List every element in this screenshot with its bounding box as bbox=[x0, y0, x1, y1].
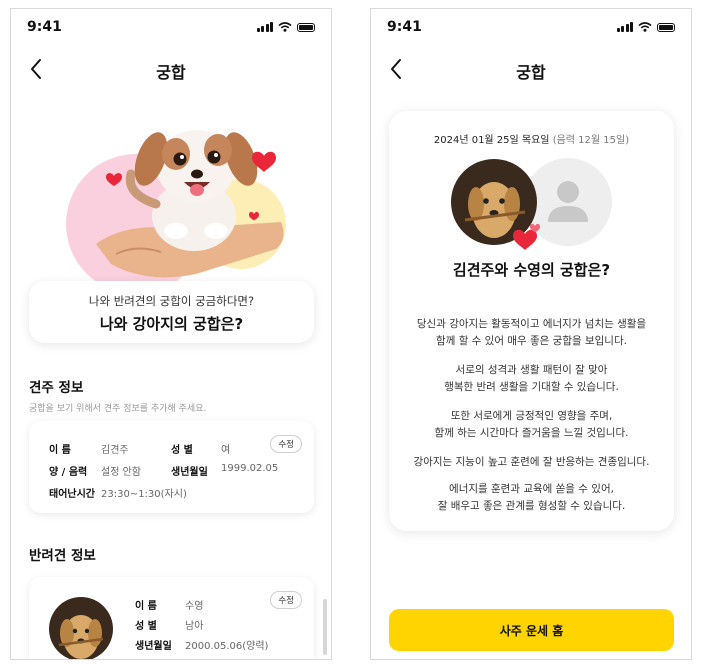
owner-birthdate-value: 1999.02.05 bbox=[221, 463, 279, 474]
result-paragraph: 또한 서로에게 긍정적인 영향을 주며, 함께 하는 시간마다 즐거움을 느낄 … bbox=[389, 408, 674, 442]
result-paragraph: 에너지를 훈련과 교육에 쏟을 수 있어, 잘 배우고 좋은 관계를 형성할 수… bbox=[389, 481, 674, 515]
owner-birthtime-label: 태어난시간 bbox=[49, 489, 95, 500]
paragraph-line: 함께 할 수 있어 매우 좋은 궁합을 보입니다. bbox=[436, 335, 627, 347]
page-title: 궁합 bbox=[516, 63, 546, 82]
pet-info-card: 이 름 수영 수정 성 별 남아 생년월일 2000.05.06(양력) bbox=[29, 577, 314, 659]
status-time: 9:41 bbox=[27, 19, 62, 35]
intro-card: 나와 반려견의 궁합이 궁금하다면? 나와 강아지의 궁합은? bbox=[29, 281, 314, 343]
result-paragraph: 강아지는 지능이 높고 훈련에 잘 반응하는 견종입니다. bbox=[389, 454, 674, 471]
status-bar: 9:41 bbox=[27, 17, 315, 37]
owner-section-title: 견주 정보 bbox=[29, 380, 84, 396]
paragraph-line: 당신과 강아지는 활동적이고 에너지가 넘치는 생활을 bbox=[416, 318, 647, 330]
pet-birthdate-value: 2000.05.06(양력) bbox=[185, 641, 269, 652]
pet-name-label: 이 름 bbox=[135, 601, 157, 612]
intro-headline: 나와 강아지의 궁합은? bbox=[99, 315, 244, 333]
phone-screen-compatibility-input: 9:41 궁합 나와 반려견의 궁합이 궁금하다면? 나와 강아지의 궁합은? … bbox=[10, 8, 332, 660]
owner-birthtime-value: 23:30~1:30(자시) bbox=[101, 489, 187, 500]
paragraph-line: 또한 서로에게 긍정적인 영향을 주며, bbox=[450, 410, 613, 422]
scrollbar[interactable] bbox=[323, 599, 327, 655]
match-title: 김견주와 수영의 궁합은? bbox=[452, 261, 611, 279]
result-card: 2024년 01월 25일 목요일 (음력 12월 15일) 김견주와 수영의 … bbox=[389, 111, 674, 531]
paragraph-line: 에너지를 훈련과 교육에 쏟을 수 있어, bbox=[449, 483, 614, 495]
pet-name-value: 수영 bbox=[185, 601, 204, 612]
owner-info-card: 이 름 김견주 성 별 여 수정 양 / 음력 설정 안함 생년월일 1999.… bbox=[29, 421, 314, 513]
owner-section-subtitle: 궁합을 보기 위해서 견주 정보를 추가해 주세요. bbox=[29, 404, 207, 414]
battery-icon bbox=[297, 22, 315, 32]
result-date-lunar: (음력 12월 15일) bbox=[552, 135, 630, 146]
pair-avatars bbox=[451, 158, 612, 250]
paragraph-line: 잘 배우고 좋은 관계를 형성할 수 있습니다. bbox=[437, 500, 626, 512]
pet-edit-button[interactable]: 수정 bbox=[270, 591, 302, 609]
wifi-icon bbox=[278, 22, 292, 32]
status-time: 9:41 bbox=[387, 19, 422, 35]
cellular-signal-icon bbox=[256, 22, 273, 32]
paragraph-line: 행복한 반려 생활을 기대할 수 있습니다. bbox=[444, 381, 619, 393]
owner-birthdate-label: 생년월일 bbox=[171, 467, 208, 478]
result-date-solar: 2024년 01월 25일 목요일 bbox=[433, 135, 550, 146]
pet-section-title: 반려견 정보 bbox=[29, 548, 96, 564]
nav-header: 궁합 bbox=[371, 55, 691, 85]
result-date: 2024년 01월 25일 목요일 (음력 12월 15일) bbox=[389, 131, 674, 146]
paragraph-line: 강아지는 지능이 높고 훈련에 잘 반응하는 견종입니다. bbox=[413, 456, 650, 468]
result-paragraph: 당신과 강아지는 활동적이고 에너지가 넘치는 생활을 함께 할 수 있어 매우… bbox=[389, 316, 674, 350]
pet-gender-label: 성 별 bbox=[135, 621, 157, 632]
result-paragraph: 서로의 성격과 생활 패턴이 잘 맞아 행복한 반려 생활을 기대할 수 있습니… bbox=[389, 362, 674, 396]
owner-name-label: 이 름 bbox=[49, 445, 71, 456]
hero-dog-illustration bbox=[66, 130, 286, 294]
pet-avatar bbox=[49, 597, 113, 659]
pet-birthdate-label: 생년월일 bbox=[135, 641, 172, 652]
cellular-signal-icon bbox=[616, 22, 633, 32]
owner-calendar-value: 설정 안함 bbox=[101, 467, 141, 478]
owner-name-value: 김견주 bbox=[101, 445, 129, 456]
owner-gender-label: 성 별 bbox=[171, 445, 193, 456]
paragraph-line: 함께 하는 시간마다 즐거움을 느낄 것입니다. bbox=[434, 427, 629, 439]
owner-gender-value: 여 bbox=[221, 445, 231, 456]
paragraph-line: 서로의 성격과 생활 패턴이 잘 맞아 bbox=[455, 364, 608, 376]
phone-screen-compatibility-result: 9:41 궁합 2024년 01월 25일 목요일 (음력 12월 15일) 김… bbox=[370, 8, 692, 660]
nav-header: 궁합 bbox=[11, 55, 331, 85]
battery-icon bbox=[657, 22, 675, 32]
owner-calendar-label: 양 / 음력 bbox=[49, 467, 88, 478]
wifi-icon bbox=[638, 22, 652, 32]
page-title: 궁합 bbox=[156, 63, 186, 82]
pet-gender-value: 남아 bbox=[185, 621, 204, 632]
status-bar: 9:41 bbox=[387, 17, 675, 37]
owner-edit-button[interactable]: 수정 bbox=[270, 435, 302, 453]
intro-question: 나와 반려견의 궁합이 궁금하다면? bbox=[88, 294, 255, 308]
saju-fortune-home-button[interactable]: 사주 운세 홈 bbox=[389, 609, 674, 651]
